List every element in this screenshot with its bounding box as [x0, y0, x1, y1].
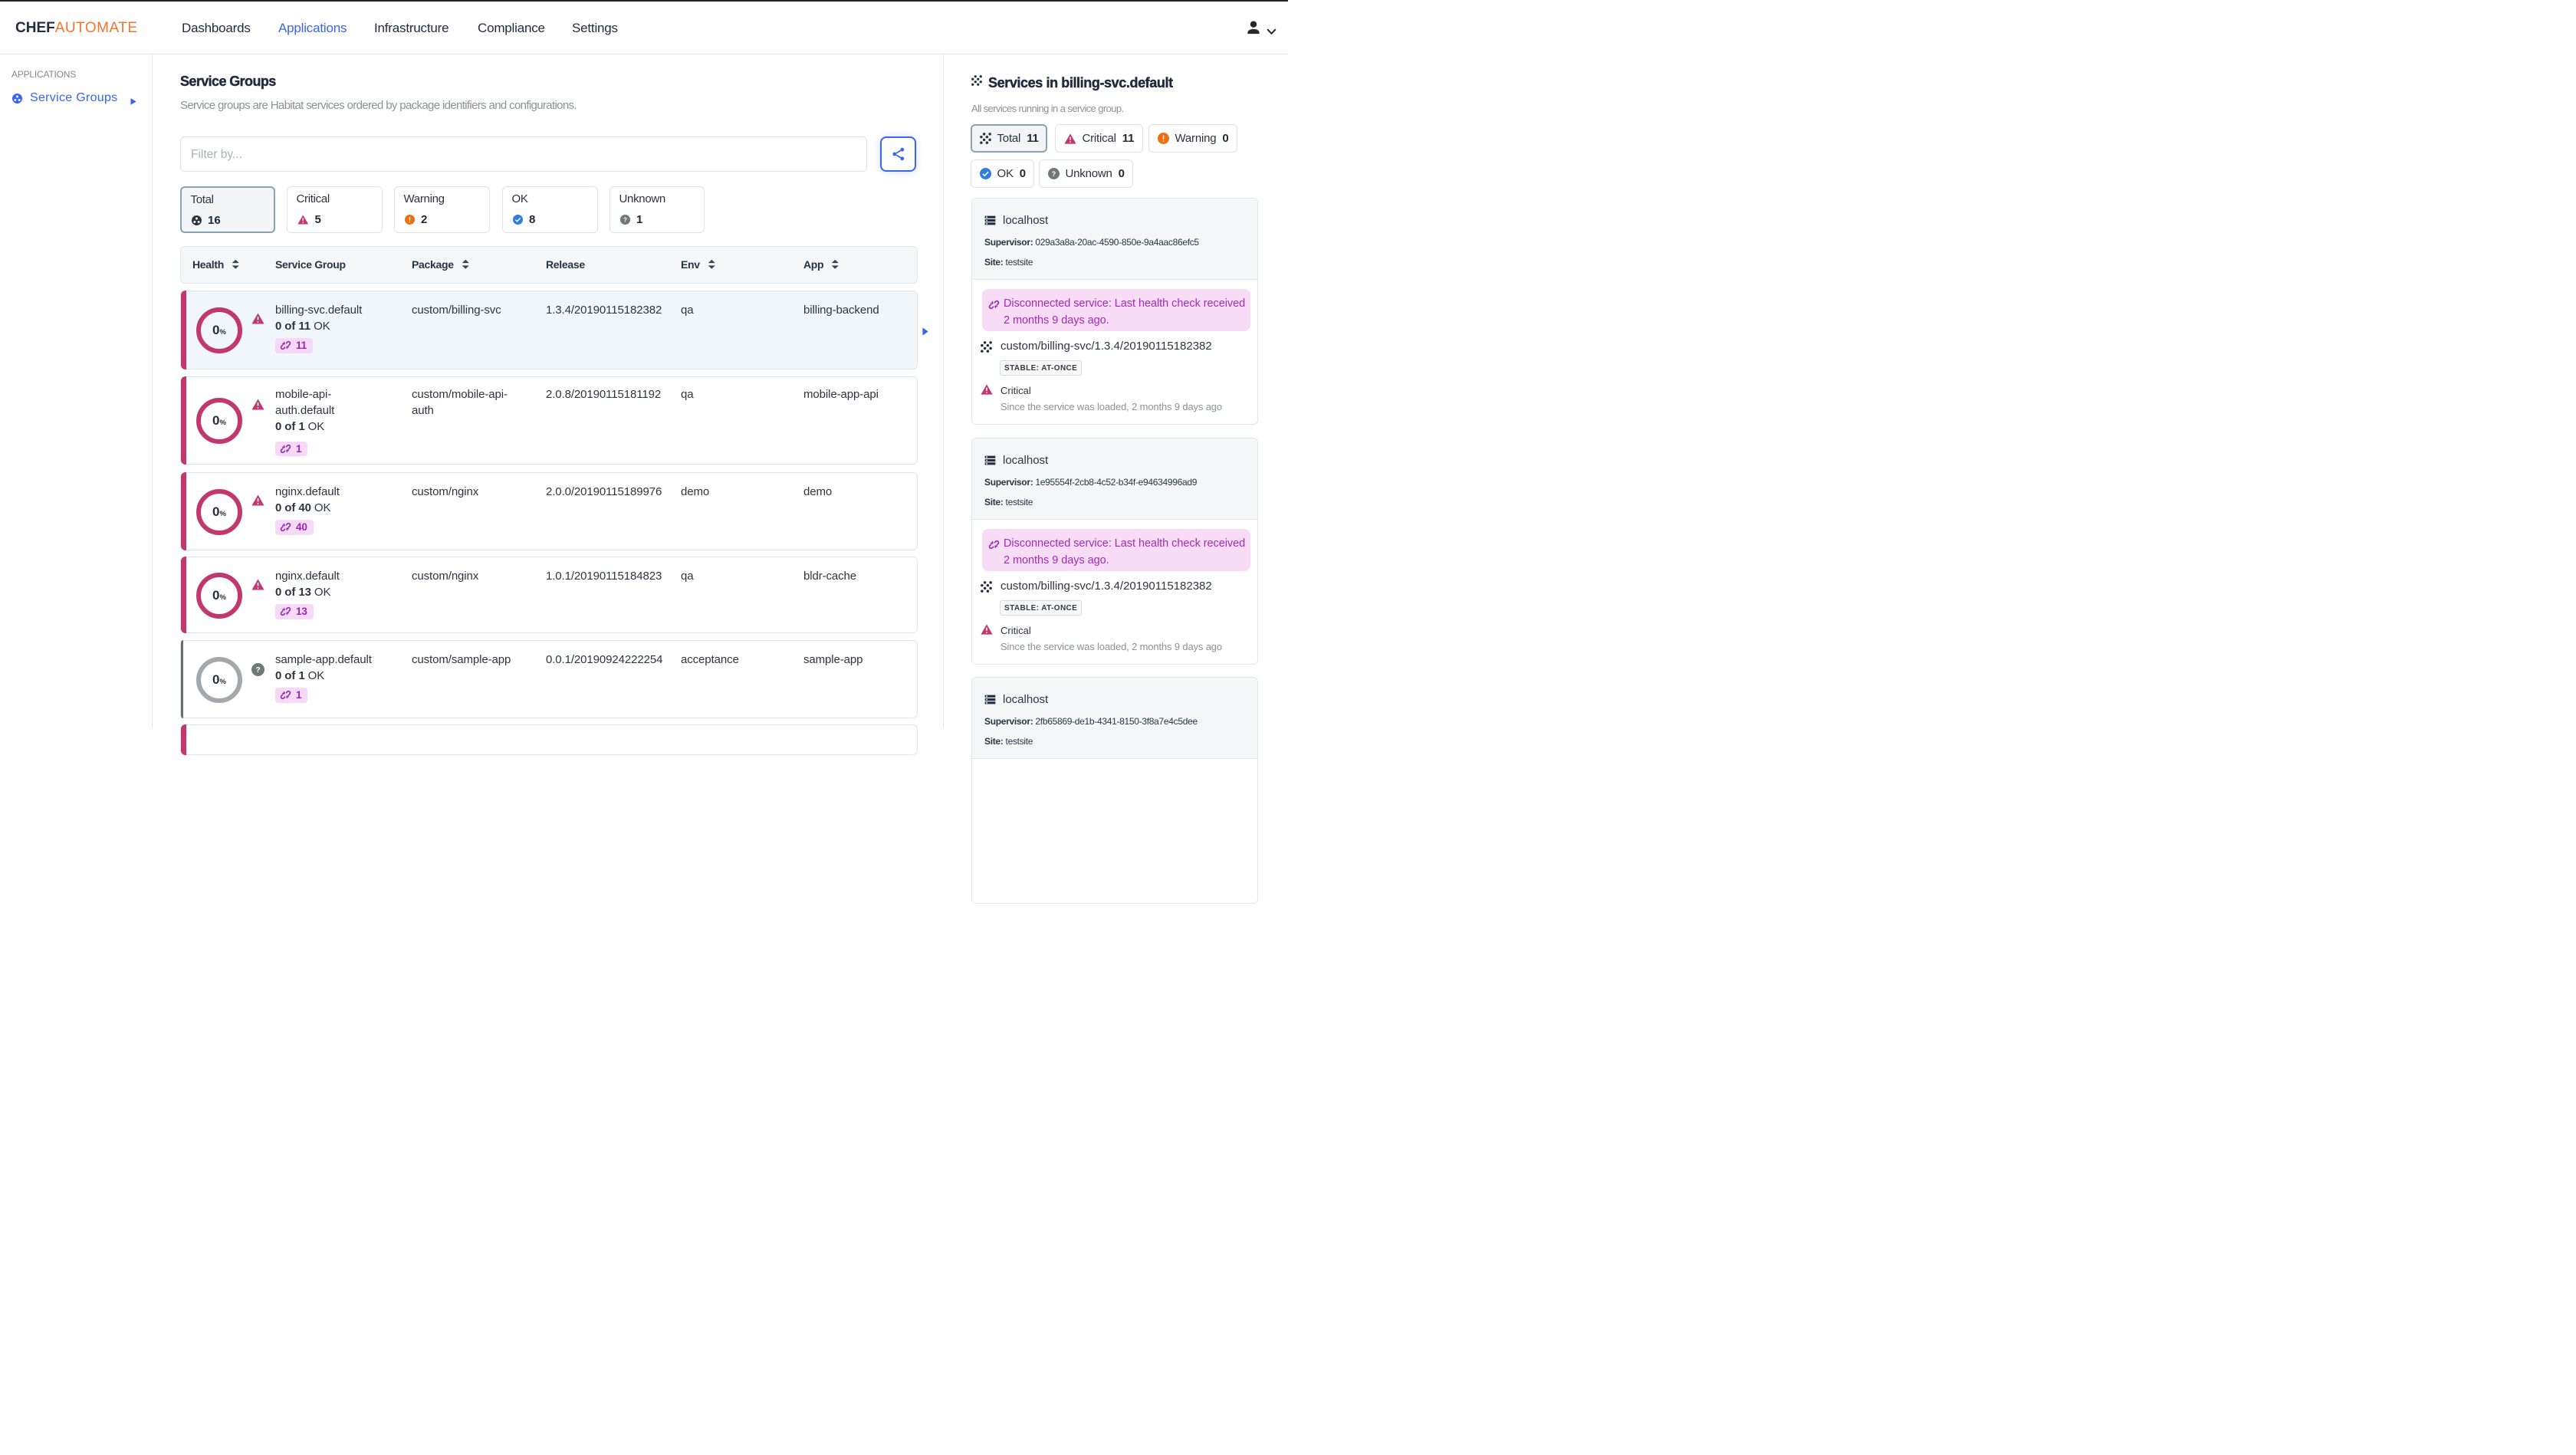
- svg-text:?: ?: [623, 216, 627, 223]
- svg-text:?: ?: [1051, 170, 1055, 178]
- svg-text:?: ?: [255, 666, 260, 675]
